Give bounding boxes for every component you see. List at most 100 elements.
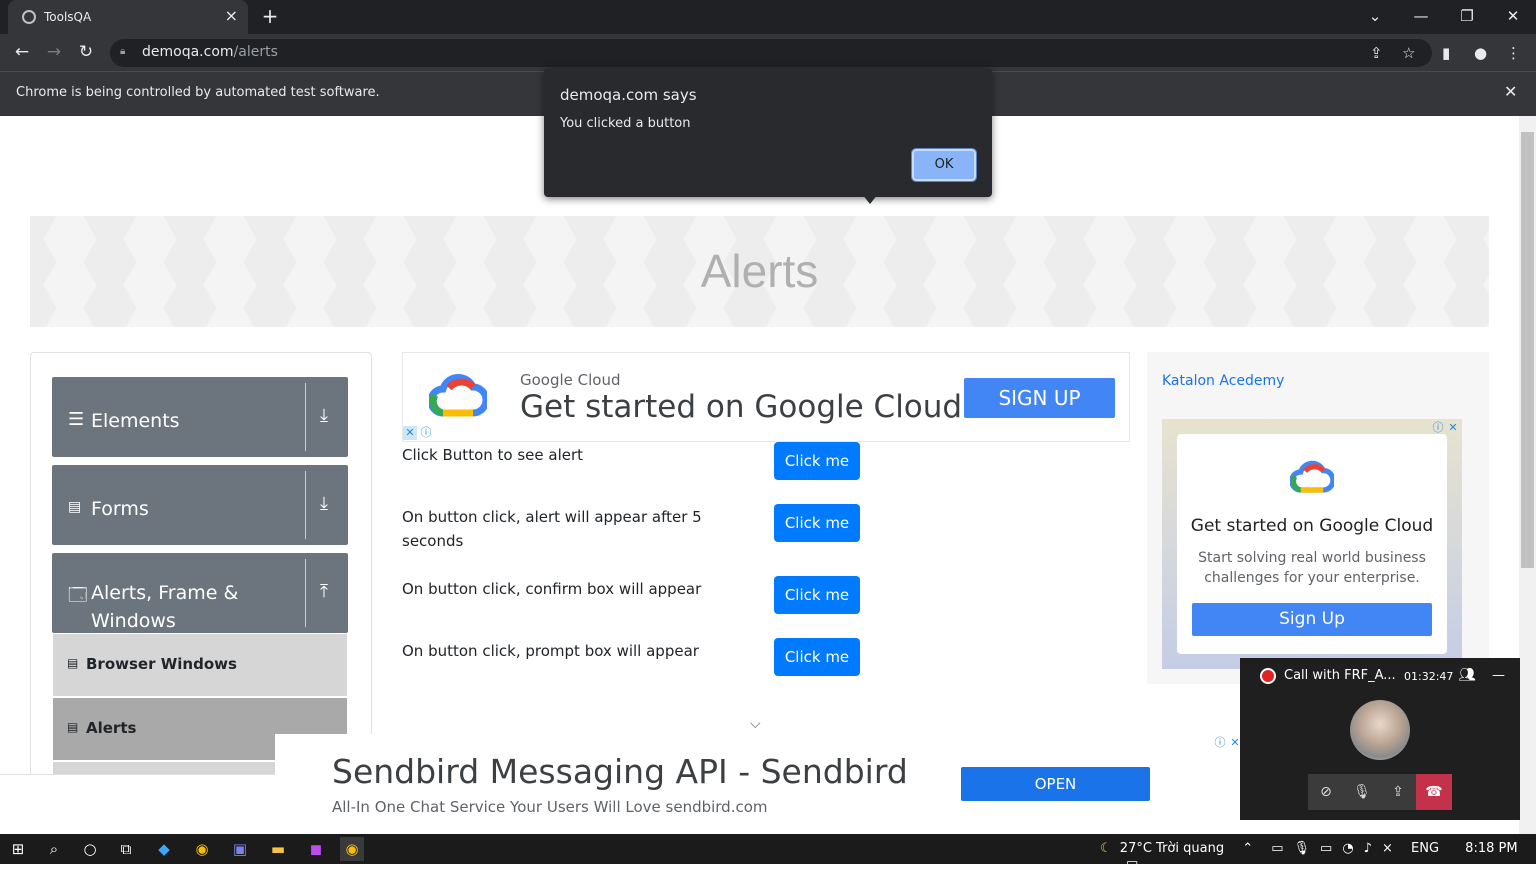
prompt-button[interactable]: Click me <box>774 638 860 676</box>
url-text[interactable]: demoqa.com/alerts <box>142 44 278 60</box>
list-icon: ▤ <box>67 656 79 670</box>
dialog-message: You clicked a button <box>560 116 691 131</box>
group-label: Elements <box>91 410 180 432</box>
ad-headline: Sendbird Messaging API - Sendbird <box>332 752 908 791</box>
chrome-active-icon[interactable]: ◉ <box>340 837 364 861</box>
chevron-down-icon[interactable]: ⌵ <box>750 716 761 732</box>
intellij-icon[interactable]: ◼ <box>304 837 328 861</box>
sidebar-group-elements[interactable]: ☰ Elements ⤓ <box>52 377 348 457</box>
tab-close-icon[interactable]: × <box>225 6 238 25</box>
window-icon: 🗔 <box>68 585 88 606</box>
ad-info-icon[interactable]: ⓘ <box>1213 736 1227 750</box>
ad-info-icon[interactable]: ⓘ <box>419 426 433 440</box>
menu-kebab-icon[interactable]: ⋮ <box>1506 44 1521 62</box>
address-bar[interactable] <box>110 39 1432 67</box>
new-tab-button[interactable]: + <box>258 4 282 28</box>
profile-icon[interactable]: ● <box>1474 44 1487 62</box>
language-indicator[interactable]: ENG <box>1411 841 1439 856</box>
add-people-icon[interactable]: 👥︎ <box>1458 667 1476 683</box>
task-view-icon[interactable]: ⧉ <box>114 837 138 861</box>
sidebar-group-forms[interactable]: ▤ Forms ⤓ <box>52 465 348 545</box>
search-icon[interactable]: ⌕ <box>42 837 66 861</box>
ad-signup-button[interactable]: SIGN UP <box>964 378 1115 418</box>
sidebar-item-browser-windows[interactable]: ▤ Browser Windows <box>53 634 347 696</box>
ad-open-button[interactable]: OPEN <box>961 767 1150 801</box>
sidebar-item-label: Browser Windows <box>86 655 237 673</box>
url-path: /alerts <box>233 44 278 60</box>
chrome-icon[interactable]: ◉ <box>190 837 214 861</box>
timer-alert-button[interactable]: Click me <box>774 504 860 542</box>
call-title: Call with FRF_A... <box>1284 668 1396 683</box>
restore-button[interactable]: ❐ <box>1444 0 1490 34</box>
document-icon: ▤ <box>68 499 82 515</box>
url-domain: demoqa.com <box>142 44 234 60</box>
infobar-close-icon[interactable]: ✕ <box>1504 82 1517 101</box>
ad-headline: Get started on Google Cloud <box>520 389 963 425</box>
ad-close-icon[interactable]: ✕ <box>1446 421 1460 435</box>
group-label: Forms <box>91 498 149 520</box>
side-panel-icon[interactable]: ▮ <box>1442 44 1450 62</box>
teams-icon[interactable]: ▣ <box>228 837 252 861</box>
ad-subtext: All-In One Chat Service Your Users Will … <box>332 798 768 816</box>
reload-icon[interactable]: ↻ <box>74 41 98 65</box>
divider <box>305 383 306 451</box>
browser-tab[interactable]: ToolsQA × <box>8 0 248 34</box>
ad-brand: Google Cloud <box>520 371 621 389</box>
tray-icons[interactable]: ▭🎙︎▭◔♪× <box>1271 841 1403 856</box>
weather-text[interactable]: 27°C Trời quang <box>1120 841 1224 856</box>
download-arrow-icon: ⤓ <box>320 493 328 514</box>
dialog-title: demoqa.com says <box>560 86 697 104</box>
confirm-button[interactable]: Click me <box>774 576 860 614</box>
row-label: Click Button to see alert <box>402 446 584 464</box>
vscode-icon[interactable]: ◆ <box>152 837 176 861</box>
lock-icon[interactable]: 🔒︎ <box>120 46 130 58</box>
file-explorer-icon[interactable]: ▬ <box>266 837 290 861</box>
chevron-up-icon[interactable]: ⌃ <box>1242 841 1253 856</box>
alert-button[interactable]: Click me <box>774 442 860 480</box>
google-cloud-logo-icon <box>429 374 487 417</box>
scrollbar-thumb[interactable] <box>1521 132 1534 568</box>
download-arrow-icon: ⤓ <box>320 405 328 426</box>
bottom-blank-area <box>0 774 275 834</box>
window-close-button[interactable]: ✕ <box>1490 0 1536 34</box>
share-icon[interactable]: ⇪ <box>1370 44 1383 62</box>
minimize-button[interactable]: — <box>1398 0 1444 34</box>
windows-start-icon[interactable]: ⊞ <box>6 837 30 861</box>
camera-off-icon[interactable]: ⊘ <box>1308 774 1344 810</box>
hang-up-icon[interactable]: ☎︎ <box>1416 774 1452 810</box>
row-label: On button click, prompt box will appear <box>402 642 699 660</box>
cortana-icon[interactable]: ○ <box>78 837 102 861</box>
sidebar-item-label: Alerts <box>86 719 137 737</box>
katalon-image-link[interactable]: Katalon Acedemy <box>1162 373 1284 389</box>
group-label: Alerts, Frame & Windows <box>91 582 239 632</box>
google-cloud-logo-icon <box>1290 460 1334 493</box>
ad-close-icon[interactable]: ✕ <box>403 426 417 440</box>
ad-headline: Get started on Google Cloud <box>1190 516 1434 536</box>
bookmark-star-icon[interactable]: ☆ <box>1402 44 1415 62</box>
clock[interactable]: 8:18 PM <box>1465 841 1517 856</box>
sidebar-group-alerts-frame-windows[interactable]: 🗔 Alerts, Frame & Windows ⤒ <box>52 553 348 633</box>
ad-info-icon[interactable]: ⓘ <box>1431 421 1445 435</box>
globe-icon <box>22 10 36 24</box>
moon-weather-icon: ☾ <box>1100 841 1112 856</box>
minimize-call-icon[interactable]: — <box>1492 668 1505 683</box>
infobar-text: Chrome is being controlled by automated … <box>16 85 380 100</box>
share-screen-icon[interactable]: ⇪ <box>1380 774 1416 810</box>
dialog-tail <box>862 194 878 204</box>
forward-arrow-icon[interactable]: → <box>42 41 66 65</box>
ad-signup-button[interactable]: Sign Up <box>1192 603 1432 636</box>
call-timer: 01:32:47 <box>1404 670 1454 683</box>
back-arrow-icon[interactable]: ← <box>10 41 34 65</box>
upload-arrow-icon: ⤒ <box>320 581 328 602</box>
row-label: On button click, alert will appear after… <box>402 508 702 550</box>
avatar <box>1350 700 1410 760</box>
tab-search-icon[interactable]: ⌄ <box>1352 0 1398 34</box>
mic-off-icon[interactable]: 🎙︎ <box>1344 774 1380 810</box>
row-label: On button click, confirm box will appear <box>402 580 702 598</box>
list-icon: ▤ <box>67 720 79 734</box>
dialog-ok-button[interactable]: OK <box>911 148 977 182</box>
tab-title: ToolsQA <box>44 10 92 24</box>
google-cloud-ad[interactable]: Google Cloud Get started on Google Cloud… <box>402 352 1130 442</box>
page-title: Alerts <box>700 245 819 297</box>
ad-subtext: Start solving real world business challe… <box>1198 550 1426 586</box>
